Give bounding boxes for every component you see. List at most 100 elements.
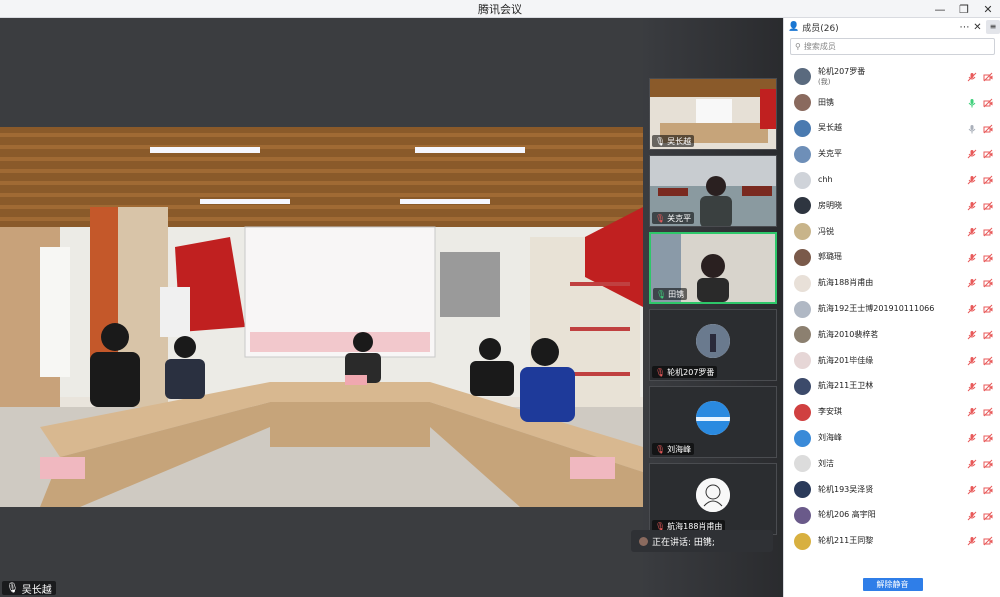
thumbnail-label: 🎙 田镌 xyxy=(653,288,688,300)
avatar xyxy=(696,324,730,358)
thumbnail-name: 轮机207罗番 xyxy=(667,367,715,377)
avatar xyxy=(794,377,811,395)
muted-mic-icon: 🎙 xyxy=(655,213,666,223)
member-row[interactable]: 航海188肖甫由 xyxy=(784,270,1000,296)
member-list: 轮机207罗番 (我) 田镌吴长越关克平 chh 房明晓冯锐 郭璐瑶 航海188肖甫由 航海1… xyxy=(784,64,1000,562)
camera-off-icon xyxy=(983,406,993,417)
member-search-input[interactable]: ⚲ 搜索成员 xyxy=(790,38,995,55)
mic-status-icon xyxy=(967,355,977,366)
member-name: 轮机211王同黎 xyxy=(818,536,874,546)
camera-off-icon xyxy=(983,303,993,314)
avatar xyxy=(794,403,811,421)
member-row[interactable]: 吴长越 xyxy=(784,116,1000,142)
meeting-room-video xyxy=(0,127,643,507)
member-name: 房明晓 xyxy=(818,200,842,210)
member-name: 航海2010裴梓茗 xyxy=(818,329,879,339)
camera-off-icon xyxy=(983,200,993,211)
member-row[interactable]: 航海211王卫林 xyxy=(784,374,1000,400)
unmute-button[interactable]: 解除静音 xyxy=(862,578,923,591)
thumbnail-avatar[interactable]: 🎙 航海188肖甫由 xyxy=(649,463,777,535)
avatar xyxy=(794,68,811,86)
thumbnail-video[interactable]: 🎙 关克平 xyxy=(649,155,777,227)
minimize-icon[interactable]: — xyxy=(928,0,952,18)
avatar xyxy=(794,223,811,241)
thumbnail-avatar[interactable]: 🎙 刘海峰 xyxy=(649,386,777,458)
member-status xyxy=(967,277,993,288)
mic-status-icon xyxy=(967,148,977,159)
thumbnail-label: 🎙 刘海峰 xyxy=(652,443,695,455)
thumbnail-avatar[interactable]: 🎙 轮机207罗番 xyxy=(649,309,777,381)
mic-status-icon xyxy=(967,200,977,211)
member-name: 田镌 xyxy=(818,97,834,107)
microphone-icon: 🎙 xyxy=(6,582,19,594)
mic-status-icon xyxy=(967,484,977,495)
mic-status-icon xyxy=(967,71,977,82)
search-icon: ⚲ xyxy=(795,42,801,51)
member-row[interactable]: 航海201毕佳缘 xyxy=(784,348,1000,374)
member-status xyxy=(967,432,993,443)
member-row[interactable]: 轮机206 高宇阳 xyxy=(784,503,1000,529)
thumbnail-name: 刘海峰 xyxy=(667,444,692,454)
title-bar: 腾讯会议 — ❐ ✕ xyxy=(0,0,1000,18)
camera-off-icon xyxy=(983,535,993,546)
close-icon[interactable]: ✕ xyxy=(976,0,1000,18)
mic-status-icon xyxy=(967,226,977,237)
member-name: 关克平 xyxy=(818,149,842,159)
mic-status-icon xyxy=(967,303,977,314)
more-icon[interactable]: ⋯ xyxy=(958,22,971,33)
member-row[interactable]: 轮机211王同黎 xyxy=(784,528,1000,554)
mic-status-icon xyxy=(967,123,977,134)
thumbnail-label: 🎙 轮机207罗番 xyxy=(652,366,718,378)
speaking-text: 正在讲话: 田镌; xyxy=(652,537,715,548)
main-video[interactable] xyxy=(0,127,643,507)
member-row[interactable]: 航海2010裴梓茗 xyxy=(784,322,1000,348)
member-row[interactable]: 轮机207罗番 (我) xyxy=(784,64,1000,90)
member-status xyxy=(967,97,993,108)
user-icon: 👤 xyxy=(788,22,800,32)
member-row[interactable]: 冯锐 xyxy=(784,219,1000,245)
member-row[interactable]: 刘海峰 xyxy=(784,425,1000,451)
muted-mic-icon: 🎙 xyxy=(655,444,666,454)
restore-icon[interactable]: ❐ xyxy=(952,0,976,18)
video-thumbnails: 🎙 吴长越 🎙 关克平 🎙 田镌 🎙 轮机207罗番 🎙 刘海峰 🎙 航海188… xyxy=(643,18,783,597)
mic-status-icon xyxy=(967,381,977,391)
member-row[interactable]: 轮机193吴泽贤 xyxy=(784,477,1000,503)
close-panel-icon[interactable]: ✕ xyxy=(971,22,984,33)
avatar xyxy=(794,171,811,189)
member-status xyxy=(967,484,993,495)
avatar xyxy=(794,274,811,292)
member-row[interactable]: chh xyxy=(784,167,1000,193)
thumbnail-video-active[interactable]: 🎙 田镌 xyxy=(649,232,777,304)
camera-off-icon xyxy=(983,381,993,391)
member-name: 航海201毕佳缘 xyxy=(818,355,874,365)
member-row[interactable]: 郭璐瑶 xyxy=(784,245,1000,271)
avatar xyxy=(794,429,811,447)
avatar xyxy=(794,94,811,112)
thumbnail-label: 🎙 关克平 xyxy=(652,212,695,224)
thumbnail-label: 🎙 吴长越 xyxy=(652,135,695,147)
thumbnail-video[interactable]: 🎙 吴长越 xyxy=(649,78,777,150)
camera-off-icon xyxy=(983,329,993,340)
member-row[interactable]: 李安琪 xyxy=(784,399,1000,425)
members-title: 成员(26) xyxy=(802,23,839,34)
speaker-avatar-icon xyxy=(639,536,648,546)
member-row[interactable]: 房明晓 xyxy=(784,193,1000,219)
members-panel: 👤 成员(26) ⋯ ✕ ≡ ⚲ 搜索成员 轮机207罗番 (我) 田镌吴长越关克平… xyxy=(783,18,1000,597)
member-row[interactable]: 田镌 xyxy=(784,90,1000,116)
panel-controls: ⋯ ✕ ≡ xyxy=(958,18,1000,36)
member-status xyxy=(967,329,993,340)
member-status xyxy=(967,381,993,391)
microphone-icon: 🎙 xyxy=(656,289,667,299)
mic-status-icon xyxy=(967,510,977,520)
speaking-indicator: 正在讲话: 田镌; xyxy=(631,530,773,552)
camera-off-icon xyxy=(983,71,993,82)
avatar xyxy=(794,248,811,266)
member-row[interactable]: 刘洁 xyxy=(784,451,1000,477)
member-status xyxy=(967,71,993,82)
member-row[interactable]: 航海192王士博201910111066 xyxy=(784,296,1000,322)
member-row[interactable]: 关克平 xyxy=(784,141,1000,167)
menu-icon[interactable]: ≡ xyxy=(986,20,1000,34)
member-status xyxy=(967,123,993,134)
mic-status-icon xyxy=(967,458,977,469)
camera-off-icon xyxy=(983,458,993,469)
